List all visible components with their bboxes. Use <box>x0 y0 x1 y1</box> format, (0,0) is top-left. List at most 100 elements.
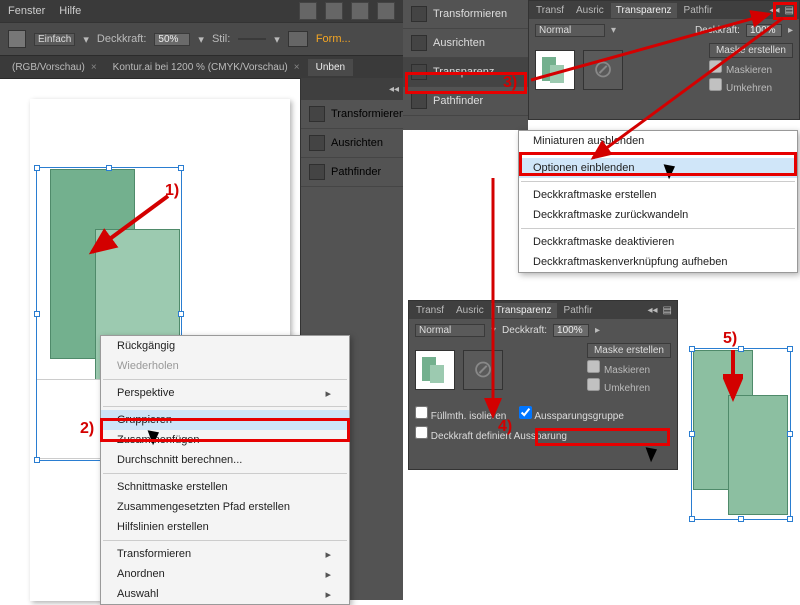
panel-transform[interactable]: Transformieren <box>301 100 403 129</box>
annotation-1: 1) <box>165 182 179 200</box>
cb-invert: Umkehren <box>709 78 793 94</box>
cursor-icon <box>648 445 660 463</box>
opacity-thumb[interactable] <box>535 50 575 90</box>
flyout-menu-icon[interactable]: ▤ <box>660 305 675 316</box>
ctx-clip[interactable]: Schnittmaske erstellen <box>101 477 349 497</box>
fly-disable-opmask[interactable]: Deckkraftmaske deaktivieren <box>519 232 797 252</box>
annotation-5: 5) <box>723 330 737 348</box>
ctx-redo: Wiederholen <box>101 356 349 376</box>
tab-pathfinder[interactable]: Pathfir <box>679 3 718 18</box>
panel-dock-right: Transformieren Ausrichten Transparenz Pa… <box>403 0 528 130</box>
cb-knockout[interactable]: Aussparungsgruppe <box>519 411 624 422</box>
transform-icon <box>411 6 427 22</box>
close-icon[interactable]: × <box>91 62 97 73</box>
document-tabstrip: (RGB/Vorschau)× Kontur.ai bei 1200 % (CM… <box>0 56 403 78</box>
panel-align[interactable]: Ausrichten <box>403 29 528 58</box>
tab-transform[interactable]: Transf <box>531 3 569 18</box>
style-label: Stil: <box>212 33 230 45</box>
transparency-icon <box>411 64 427 80</box>
context-menu: Rückgängig Wiederholen Perspektive Grupp… <box>100 335 350 605</box>
control-toolbar: Einfach▾ Deckkraft: ▾ Stil: ▾ Form... <box>0 22 403 56</box>
close-icon[interactable]: × <box>294 62 300 73</box>
mask-thumb-none[interactable]: ⊘ <box>583 50 623 90</box>
transform-icon <box>309 106 325 122</box>
transparency-panel-top: Transf Ausric Transparenz Pathfir ◂◂ ▤ N… <box>528 0 800 120</box>
swatch-icon[interactable] <box>8 30 26 48</box>
opacity-label: Deckkraft: <box>695 25 740 36</box>
cursor-icon <box>150 428 162 446</box>
fly-hide-thumbs[interactable]: Miniaturen ausblenden <box>519 131 797 151</box>
ctx-group[interactable]: Gruppieren <box>101 410 349 430</box>
annotation-4: 4) <box>498 418 512 436</box>
make-mask-button[interactable]: Maske erstellen <box>587 343 671 358</box>
opacity-input[interactable] <box>154 33 190 46</box>
cloud-icon[interactable] <box>377 2 395 20</box>
align-icon <box>309 135 325 151</box>
annotation-2: 2) <box>80 420 94 438</box>
pathfinder-icon <box>411 93 427 109</box>
recolor-button[interactable]: Form... <box>316 33 351 45</box>
ctx-transform[interactable]: Transformieren <box>101 544 349 564</box>
tab-pathfinder[interactable]: Pathfir <box>559 303 598 318</box>
opacity-input[interactable] <box>746 24 782 37</box>
mask-thumb-none[interactable]: ⊘ <box>463 350 503 390</box>
cb-isolate[interactable]: Füllmth. isolieren <box>415 411 506 422</box>
collapse-icon[interactable]: ◂◂ <box>770 5 780 16</box>
tab-transparency[interactable]: Transparenz <box>491 303 557 318</box>
ctx-compound[interactable]: Zusammengesetzten Pfad erstellen <box>101 497 349 517</box>
collapse-icon[interactable]: ◂◂ <box>389 84 399 95</box>
result-canvas <box>683 320 800 550</box>
result-selection <box>691 348 791 520</box>
ctx-perspective[interactable]: Perspektive <box>101 383 349 403</box>
annotation-3: 3) <box>503 74 517 92</box>
pathfinder-icon <box>309 164 325 180</box>
flyout-menu-icon[interactable]: ▤ <box>782 5 797 16</box>
panel-dock-header: ◂◂ <box>301 78 403 100</box>
ctx-guides[interactable]: Hilfslinien erstellen <box>101 517 349 537</box>
doc-tab-3[interactable]: Unben <box>308 59 353 76</box>
doc-tab-1[interactable]: (RGB/Vorschau)× <box>4 59 105 76</box>
opacity-label: Deckkraft: <box>502 325 547 336</box>
tab-transparency[interactable]: Transparenz <box>611 3 677 18</box>
cb-define-knockout[interactable]: Deckkraft definiert Aussparung <box>415 431 567 442</box>
opacity-thumb[interactable] <box>415 350 455 390</box>
ctx-avg[interactable]: Durchschnitt berechnen... <box>101 450 349 470</box>
align-icon <box>411 35 427 51</box>
cursor-icon <box>666 162 678 180</box>
style-select[interactable] <box>238 38 266 40</box>
blend-mode-select[interactable]: Normal <box>415 324 485 337</box>
cb-invert: Umkehren <box>587 378 671 394</box>
workspace-icon[interactable] <box>299 2 317 20</box>
fly-show-options[interactable]: Optionen einblenden <box>519 158 797 178</box>
menu-hilfe[interactable]: Hilfe <box>59 5 81 17</box>
panel-pathfinder[interactable]: Pathfinder <box>301 158 403 187</box>
panel-align[interactable]: Ausrichten <box>301 129 403 158</box>
menu-fenster[interactable]: Fenster <box>8 5 45 17</box>
panel-transform[interactable]: Transformieren <box>403 0 528 29</box>
tab-transform[interactable]: Transf <box>411 303 449 318</box>
cb-mask: Maskieren <box>709 60 793 76</box>
arrange-icon[interactable] <box>351 2 369 20</box>
collapse-icon[interactable]: ◂◂ <box>648 305 658 316</box>
style-icon[interactable] <box>288 31 308 47</box>
transparency-panel-expanded: Transf Ausric Transparenz Pathfir ◂◂ ▤ N… <box>408 300 678 470</box>
opacity-label: Deckkraft: <box>97 33 147 45</box>
cb-mask: Maskieren <box>587 360 671 376</box>
tab-align[interactable]: Ausric <box>451 303 489 318</box>
opacity-input[interactable] <box>553 324 589 337</box>
panel-flyout-menu: Miniaturen ausblenden Optionen einblende… <box>518 130 798 273</box>
ctx-select[interactable]: Auswahl <box>101 584 349 604</box>
tab-align[interactable]: Ausric <box>571 3 609 18</box>
make-mask-button[interactable]: Maske erstellen <box>709 43 793 58</box>
fly-revert-opmask[interactable]: Deckkraftmaske zurückwandeln <box>519 205 797 225</box>
layout-icon[interactable] <box>325 2 343 20</box>
menubar: Fenster Hilfe <box>0 0 403 22</box>
blend-mode-select[interactable]: Normal <box>535 24 605 37</box>
fly-make-opmask[interactable]: Deckkraftmaske erstellen <box>519 185 797 205</box>
fly-unlink-opmask[interactable]: Deckkraftmaskenverknüpfung aufheben <box>519 252 797 272</box>
ctx-undo[interactable]: Rückgängig <box>101 336 349 356</box>
ctx-join[interactable]: Zusammenfügen <box>101 430 349 450</box>
doc-tab-2[interactable]: Kontur.ai bei 1200 % (CMYK/Vorschau)× <box>105 59 308 76</box>
stroke-mode-select[interactable]: Einfach <box>34 33 75 46</box>
ctx-arrange[interactable]: Anordnen <box>101 564 349 584</box>
